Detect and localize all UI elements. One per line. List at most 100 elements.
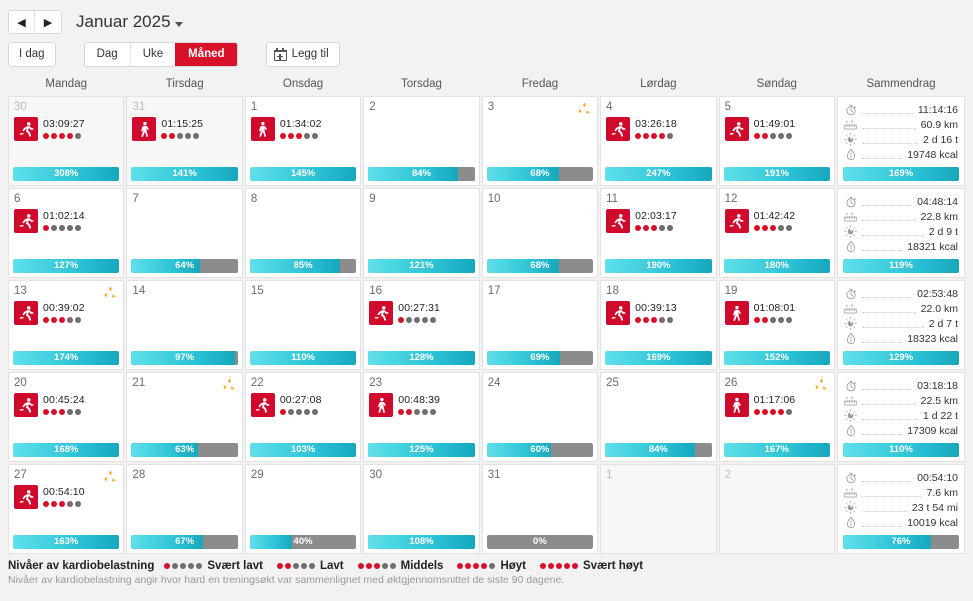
activity-duration: 00:48:39 [398, 394, 440, 406]
calendar-day-cell[interactable]: 4 03:26:18 247% [600, 96, 717, 186]
calendar-day-cell[interactable]: 13 00:39:02 174% [8, 280, 125, 370]
calendar-day-cell[interactable]: 2 [718, 464, 835, 554]
dot-leader [862, 412, 918, 420]
activity-entry[interactable]: 00:48:39 [369, 393, 473, 417]
load-dot [75, 317, 81, 323]
recycle-icon[interactable] [104, 469, 117, 482]
calendar-day-cell[interactable]: 30 03:09:27 308% [8, 96, 125, 186]
progress-bar: 85% [249, 259, 357, 273]
summary-value-recovery: 2 d 16 t [922, 133, 958, 146]
calendar-day-cell[interactable]: 16 00:27:31 128% [363, 280, 480, 370]
activity-entry[interactable]: 00:39:13 [606, 301, 710, 325]
calendar-day-cell[interactable]: 31 0% [481, 464, 599, 554]
week-summary-cell: 02:53:48 A B 22.0 km 2 d 7 t 18323 kcal 129% [837, 280, 965, 370]
calendar-day-cell[interactable]: 1 [600, 464, 717, 554]
activity-entry[interactable]: 01:08:01 [724, 301, 829, 325]
calendar-day-cell[interactable]: 7 64% [126, 188, 243, 278]
calendar-day-cell[interactable]: 2 84% [363, 96, 480, 186]
load-dot [651, 317, 658, 323]
calendar-day-cell[interactable]: 9 121% [363, 188, 480, 278]
load-dot [667, 133, 674, 139]
activity-entry[interactable]: 01:42:42 [724, 209, 829, 233]
calendar-day-cell[interactable]: 8 85% [244, 188, 362, 278]
load-dot [43, 225, 49, 231]
calendar-day-cell[interactable]: 31 01:15:25 141% [126, 96, 243, 186]
activity-entry[interactable]: 00:45:24 [14, 393, 118, 417]
calendar-day-cell[interactable]: 28 67% [126, 464, 243, 554]
dot-leader [862, 228, 924, 236]
day-number: 8 [250, 193, 258, 205]
calendar-day-cell[interactable]: 5 01:49:01 191% [718, 96, 835, 186]
calendar-day-cell[interactable]: 30 108% [363, 464, 480, 554]
activity-entry[interactable]: 01:02:14 [14, 209, 118, 233]
activity-entry[interactable]: 01:34:02 [250, 117, 355, 141]
next-month-button[interactable]: ▶ [35, 11, 61, 33]
activity-entry[interactable]: 02:03:17 [606, 209, 710, 233]
load-dot [51, 133, 57, 139]
week-summary-cell: 11:14:16 A B 60.9 km 2 d 16 t 19748 kcal 169% [837, 96, 965, 186]
tab-week[interactable]: Uke [129, 42, 176, 66]
calendar-day-cell[interactable]: 21 63% [126, 372, 243, 462]
prev-month-button[interactable]: ◀ [9, 11, 35, 33]
calendar-day-cell[interactable]: 17 69% [481, 280, 599, 370]
calendar-day-cell[interactable]: 14 97% [126, 280, 243, 370]
calendar-day-cell[interactable]: 15 110% [244, 280, 362, 370]
recycle-icon[interactable] [223, 377, 236, 390]
dot-leader [862, 136, 918, 144]
summary-value-calories: 18323 kcal [907, 332, 958, 345]
load-dot [75, 409, 81, 415]
summary-row-distance: A B 22.0 km [844, 301, 958, 316]
activity-entry[interactable]: 00:54:10 [14, 485, 118, 509]
activity-entry[interactable]: 00:27:08 [250, 393, 355, 417]
activity-entry[interactable]: 00:39:02 [14, 301, 118, 325]
activity-entry[interactable]: 01:15:25 [132, 117, 236, 141]
running-icon [724, 209, 749, 233]
load-dot [753, 133, 760, 139]
calendar-day-cell[interactable]: 24 60% [481, 372, 599, 462]
load-dot [785, 225, 792, 231]
calendar-day-cell[interactable]: 26 01:17:06 167% [718, 372, 835, 462]
tab-day[interactable]: Dag [84, 42, 130, 66]
dot-leader [862, 382, 913, 390]
calendar-day-cell[interactable]: 11 02:03:17 190% [600, 188, 717, 278]
calendar-day-cell[interactable]: 27 00:54:10 163% [8, 464, 125, 554]
recycle-icon[interactable] [578, 101, 591, 114]
activity-entry[interactable]: 01:49:01 [724, 117, 829, 141]
calendar-day-cell[interactable]: 23 00:48:39 125% [363, 372, 480, 462]
activity-entry[interactable]: 00:27:31 [369, 301, 473, 325]
calendar-day-cell[interactable]: 10 68% [481, 188, 599, 278]
today-button[interactable]: I dag [8, 41, 56, 67]
load-dot [75, 225, 81, 231]
calendar-day-cell[interactable]: 29 40% [244, 464, 362, 554]
progress-bar: 190% [605, 259, 712, 273]
month-title-dropdown[interactable]: Januar 2025 [76, 12, 183, 32]
activity-entry[interactable]: 03:09:27 [14, 117, 118, 141]
dot-leader [862, 243, 903, 251]
progress-bar: 0% [486, 535, 594, 549]
load-dot [51, 409, 57, 415]
activity-entry[interactable]: 01:17:06 [724, 393, 829, 417]
recycle-icon[interactable] [815, 377, 828, 390]
calendar-day-cell[interactable]: 20 00:45:24 168% [8, 372, 125, 462]
tab-month[interactable]: Måned [175, 42, 237, 66]
calendar-day-cell[interactable]: 6 01:02:14 127% [8, 188, 125, 278]
legend-level-label: Høyt [500, 560, 527, 572]
activity-meta: 00:39:13 [635, 301, 677, 323]
calendar-day-cell[interactable]: 22 00:27:08 103% [244, 372, 362, 462]
calendar-day-cell[interactable]: 18 00:39:13 169% [600, 280, 717, 370]
day-number: 20 [14, 377, 27, 389]
calendar-day-cell[interactable]: 12 01:42:42 180% [718, 188, 835, 278]
summary-progress-bar: 169% [843, 167, 959, 181]
recycle-icon[interactable] [104, 285, 117, 298]
load-dot [777, 225, 784, 231]
calendar-day-cell[interactable]: 25 84% [600, 372, 717, 462]
summary-row-recovery: 2 d 9 t [844, 224, 958, 239]
calendar-day-cell[interactable]: 19 01:08:01 152% [718, 280, 835, 370]
activity-entry[interactable]: 03:26:18 [606, 117, 710, 141]
calendar-day-cell[interactable]: 3 68% [481, 96, 599, 186]
add-button[interactable]: Legg til [265, 41, 340, 67]
weekday-header-row: Mandag Tirsdag Onsdag Torsdag Fredag Lørdag Sø… [8, 74, 965, 96]
day-number: 9 [369, 193, 376, 205]
activity-duration: 00:39:13 [635, 302, 677, 314]
calendar-day-cell[interactable]: 1 01:34:02 145% [244, 96, 362, 186]
